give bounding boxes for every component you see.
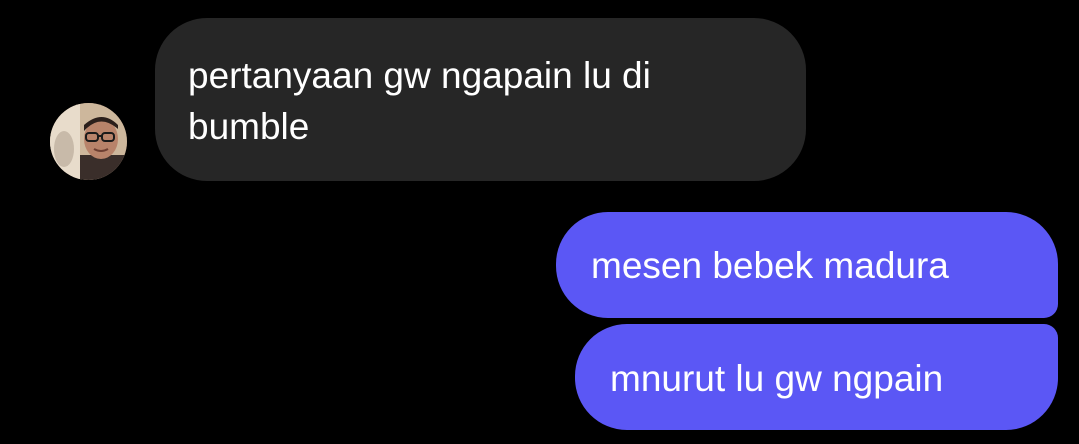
chat-thread: pertanyaan gw ngapain lu di bumble mesen… (0, 0, 1079, 444)
incoming-message-bubble[interactable]: pertanyaan gw ngapain lu di bumble (155, 18, 806, 181)
outgoing-message-bubble[interactable]: mnurut lu gw ngpain (575, 324, 1058, 430)
contact-avatar[interactable] (50, 103, 127, 180)
outgoing-message-bubble[interactable]: mesen bebek madura (556, 212, 1058, 318)
outgoing-message-text: mnurut lu gw ngpain (610, 358, 944, 399)
outgoing-message-text: mesen bebek madura (591, 245, 949, 286)
incoming-message-text: pertanyaan gw ngapain lu di bumble (188, 55, 651, 147)
avatar-photo-icon (50, 103, 127, 180)
